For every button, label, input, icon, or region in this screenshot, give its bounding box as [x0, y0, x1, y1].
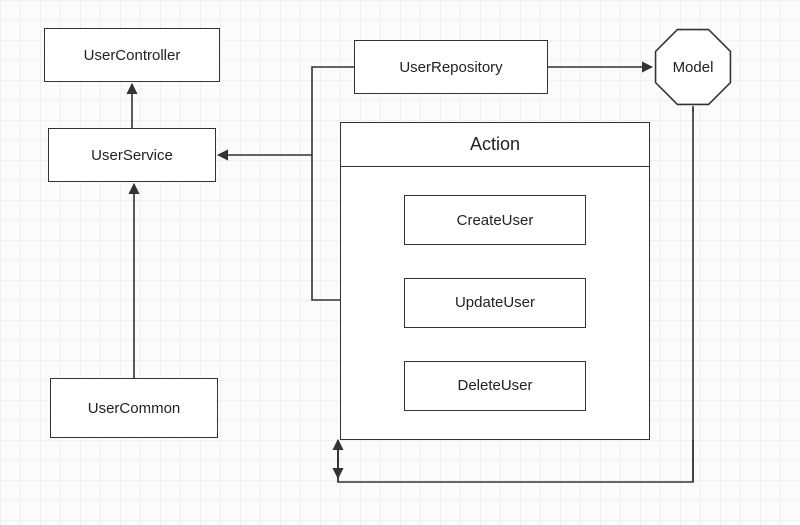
node-create-user[interactable]: CreateUser [404, 195, 586, 245]
node-user-service[interactable]: UserService [48, 128, 216, 182]
node-label: UserRepository [399, 59, 502, 76]
action-items: CreateUser UpdateUser DeleteUser [341, 167, 649, 439]
node-user-common[interactable]: UserCommon [50, 378, 218, 438]
node-label: UserController [84, 47, 181, 64]
node-user-repository[interactable]: UserRepository [354, 40, 548, 94]
node-label: UpdateUser [455, 294, 535, 311]
node-label: CreateUser [457, 212, 534, 229]
node-label: UserCommon [88, 400, 181, 417]
node-label: Model [673, 59, 714, 76]
node-delete-user[interactable]: DeleteUser [404, 361, 586, 411]
node-user-controller[interactable]: UserController [44, 28, 220, 82]
action-title-label: Action [470, 134, 520, 155]
node-label: UserService [91, 147, 173, 164]
node-action-group[interactable]: Action CreateUser UpdateUser DeleteUser [340, 122, 650, 440]
node-label: DeleteUser [457, 377, 532, 394]
node-model[interactable]: Model [654, 28, 732, 106]
node-update-user[interactable]: UpdateUser [404, 278, 586, 328]
action-title: Action [341, 123, 649, 167]
